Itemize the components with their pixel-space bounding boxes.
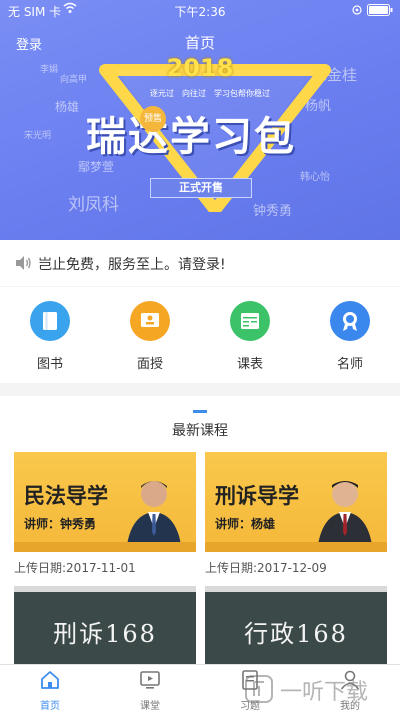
course-card[interactable]: 刑诉导学 讲师：杨雄	[205, 452, 387, 552]
book-icon	[30, 301, 70, 341]
tab-label: 课堂	[140, 701, 160, 712]
shortcut-grid: 图书 面授 课表 名师	[0, 287, 400, 383]
presale-badge: 预售	[140, 106, 166, 132]
open-sale-label: 正式开售	[150, 178, 252, 198]
course-title: 刑诉导学	[215, 484, 299, 508]
shortcut-schedule[interactable]: 课表	[210, 301, 290, 372]
lecture-icon	[130, 301, 170, 341]
lecturer-photo	[317, 481, 373, 552]
course-card[interactable]: 行政168	[205, 586, 387, 672]
watermark-logo: 一听下载	[244, 670, 400, 708]
medal-icon	[330, 301, 370, 341]
card-band	[205, 542, 387, 552]
shortcut-label: 图书	[36, 357, 63, 372]
banner-name: 向高甲	[60, 75, 88, 85]
hero-banner[interactable]: 无 SIM 卡 下午2:36 登录 首页 李娟 杨雄 宋光明 刘凤科 徐金桂 杨…	[0, 0, 400, 240]
notice-text: 岂止免费，服务至上。请登录!	[38, 257, 226, 273]
course-title: 行政168	[244, 620, 348, 648]
latest-courses-section: 最新课程 民法导学 讲师：钟秀勇 上传日期:2017-11-01 刑诉导学 讲师…	[0, 396, 400, 672]
tab-classroom[interactable]: 课堂	[110, 669, 190, 712]
tab-label: 首页	[40, 701, 60, 712]
shortcut-lectures[interactable]: 面授	[110, 301, 190, 372]
clock: 下午2:36	[174, 5, 226, 19]
banner-name: 李娟	[40, 65, 59, 75]
course-lecturer: 讲师：钟秀勇	[24, 517, 97, 531]
banner-slogan: 逐元过 向往过 学习包帮你稳过	[150, 89, 270, 98]
watermark-icon	[245, 675, 273, 703]
course-card[interactable]: 民法导学 讲师：钟秀勇	[14, 452, 196, 552]
home-icon	[41, 671, 59, 689]
section-accent-bar	[193, 410, 207, 413]
course-title: 刑诉168	[53, 620, 157, 648]
course-title: 民法导学	[24, 484, 108, 508]
course-date: 上传日期:2017-11-01	[14, 561, 136, 575]
lecturer-photo	[126, 481, 182, 552]
classroom-icon	[140, 671, 160, 689]
shortcut-books[interactable]: 图书	[10, 301, 90, 372]
shortcut-teachers[interactable]: 名师	[310, 301, 390, 372]
course-lecturer: 讲师：杨雄	[215, 517, 276, 531]
course-card[interactable]: 刑诉168	[14, 586, 196, 672]
banner-title: 瑞达学习包	[86, 113, 296, 160]
watermark-text: 一听下载	[280, 680, 369, 705]
tab-home[interactable]: 首页	[10, 669, 90, 712]
shortcut-label: 名师	[336, 357, 363, 372]
banner-name: 杨雄	[55, 100, 80, 114]
shortcut-label: 面授	[136, 357, 163, 372]
status-bar: 无 SIM 卡 下午2:36	[0, 0, 400, 20]
course-date: 上传日期:2017-12-09	[205, 561, 327, 575]
battery-icon	[367, 4, 393, 19]
notice-bar[interactable]: 岂止免费，服务至上。请登录!	[0, 240, 400, 286]
speaker-icon	[16, 256, 31, 270]
section-title: 最新课程	[172, 423, 228, 439]
lock-rotation-icon	[352, 4, 362, 18]
shortcut-label: 课表	[236, 357, 263, 372]
card-band	[14, 542, 196, 552]
banner-name: 宋光明	[24, 131, 52, 141]
page-title: 首页	[184, 34, 215, 52]
schedule-icon	[230, 301, 270, 341]
banner-year: 2018	[166, 54, 234, 82]
